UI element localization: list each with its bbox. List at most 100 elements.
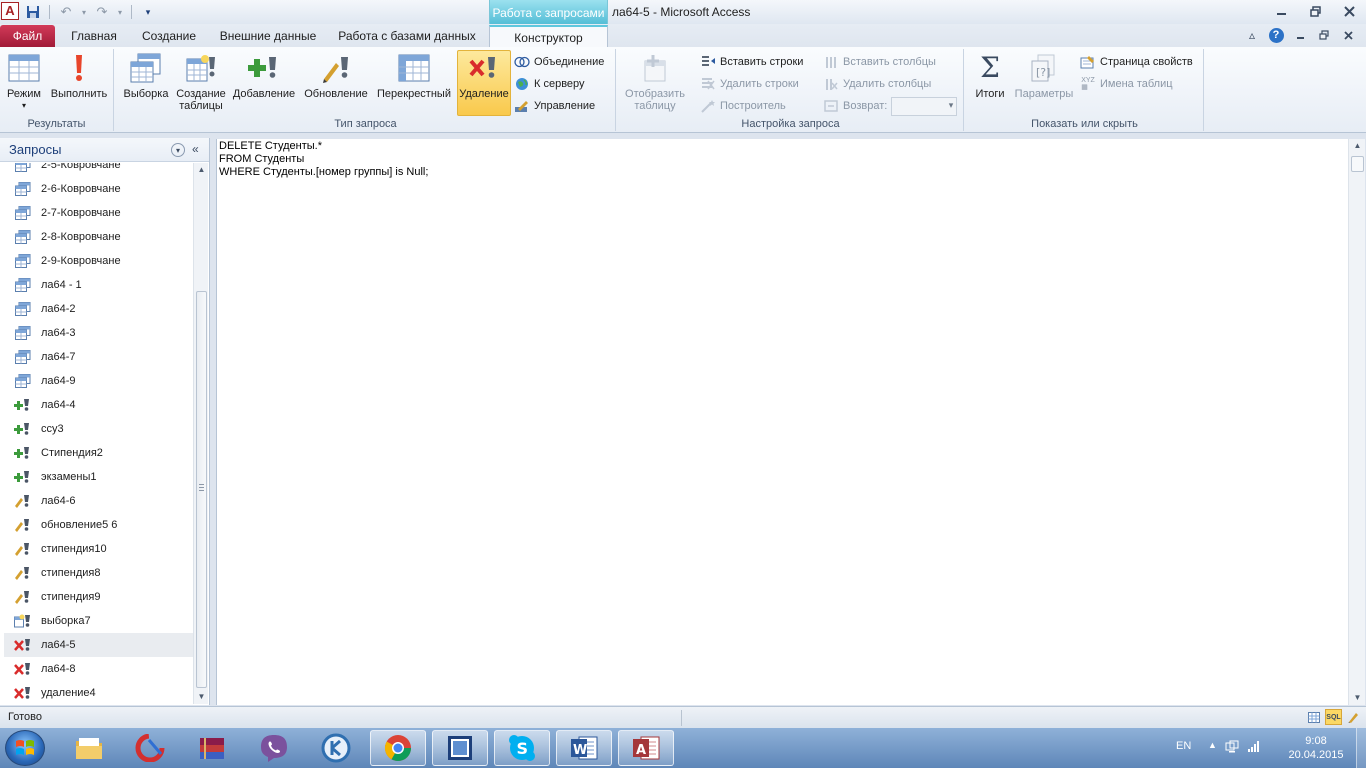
window-taskbar-button[interactable] (432, 730, 488, 766)
tab-external-data[interactable]: Внешние данные (213, 25, 323, 47)
show-hidden-icons-icon[interactable]: ▲ (1208, 740, 1217, 756)
minimize-icon[interactable] (1264, 0, 1298, 22)
word-taskbar-button[interactable]: W (556, 730, 612, 766)
datasheet-view-icon[interactable] (1305, 709, 1322, 725)
doc-minimize-icon[interactable] (1290, 26, 1310, 44)
design-view-icon[interactable] (1345, 709, 1362, 725)
collapse-ribbon-icon[interactable]: ▵ (1242, 26, 1262, 44)
clock[interactable]: 9:08 20.04.2015 (1274, 734, 1358, 762)
sql-editor-scrollbar[interactable]: ▲ ▼ (1348, 139, 1365, 705)
query-list-item[interactable]: ла64-9 (4, 369, 193, 393)
window-app-icon (448, 736, 472, 760)
skype-taskbar-button[interactable]: S (494, 730, 550, 766)
select-query-button[interactable]: Выборка (120, 51, 172, 115)
query-list-item[interactable]: экзамены1 (4, 465, 193, 489)
chrome-taskbar-button[interactable] (370, 730, 426, 766)
builder-button[interactable]: Построитель (700, 96, 786, 116)
scroll-up-icon[interactable]: ▲ (1349, 139, 1366, 153)
signal-icon[interactable] (1247, 740, 1261, 756)
parameters-button[interactable]: [?] Параметры (1012, 51, 1076, 115)
delete-rows-button[interactable]: Удалить строки (700, 74, 799, 94)
query-list-item[interactable]: ла64-4 (4, 393, 193, 417)
query-list-item[interactable]: ла64-7 (4, 345, 193, 369)
undo-dropdown-icon[interactable]: ▾ (80, 3, 88, 21)
table-names-button[interactable]: XYZ ▦ Имена таблиц (1080, 74, 1172, 94)
query-list-item[interactable]: Стипендия2 (4, 441, 193, 465)
query-list-item[interactable]: стипендия10 (4, 537, 193, 561)
close-icon[interactable] (1332, 0, 1366, 22)
query-list-item[interactable]: ла64 - 1 (4, 273, 193, 297)
query-list-item[interactable]: ла64-5 (4, 633, 193, 657)
scroll-down-icon[interactable]: ▼ (194, 690, 209, 704)
sql-text[interactable]: DELETE Студенты.* FROM Студенты WHERE Ст… (217, 139, 1350, 179)
view-button[interactable]: Режим ▾ (3, 51, 45, 115)
nav-pane-scrollbar[interactable]: ▲ ▼ (193, 163, 208, 704)
query-list-item[interactable]: стипендия9 (4, 585, 193, 609)
query-list-item[interactable]: ссу3 (4, 417, 193, 441)
union-button[interactable]: Объединение (514, 52, 604, 72)
append-button[interactable]: Добавление (230, 51, 298, 115)
sql-editor[interactable]: DELETE Студенты.* FROM Студенты WHERE Ст… (216, 139, 1350, 705)
scroll-up-icon[interactable]: ▲ (194, 163, 209, 177)
run-button[interactable]: Выполнить (47, 51, 111, 115)
customize-qat-icon[interactable]: ▾ (139, 3, 157, 21)
redo-dropdown-icon[interactable]: ▾ (116, 3, 124, 21)
nav-pane-dropdown-icon[interactable]: ▾ (171, 143, 185, 157)
access-app-icon[interactable]: A (1, 2, 19, 20)
start-button[interactable] (5, 730, 45, 766)
query-list-item[interactable]: 2-6-Ковровчане (4, 177, 193, 201)
pass-through-button[interactable]: К серверу (514, 74, 585, 94)
insert-columns-button[interactable]: Вставить столбцы (823, 52, 936, 72)
sql-view-icon[interactable]: SQL (1325, 709, 1342, 725)
access-taskbar-button[interactable]: A (618, 730, 674, 766)
update-button[interactable]: Обновление (300, 51, 372, 115)
doc-close-icon[interactable] (1338, 26, 1358, 44)
ccleaner-taskbar-button[interactable] (122, 730, 178, 766)
insert-rows-button[interactable]: Вставить строки (700, 52, 803, 72)
kaspersky-taskbar-button[interactable] (308, 730, 364, 766)
query-list-item[interactable]: 2-7-Ковровчане (4, 201, 193, 225)
tab-create[interactable]: Создание (135, 25, 203, 47)
query-list-item[interactable]: 2-9-Ковровчане (4, 249, 193, 273)
restore-icon[interactable] (1298, 0, 1332, 22)
return-combo[interactable] (891, 96, 958, 116)
query-list-item[interactable]: ла64-3 (4, 321, 193, 345)
winrar-taskbar-button[interactable] (184, 730, 240, 766)
save-icon[interactable] (24, 3, 42, 21)
nav-pane-header[interactable]: Запросы ▾ « (0, 138, 209, 162)
tab-design[interactable]: Конструктор (489, 25, 608, 47)
explorer-taskbar-button[interactable] (61, 730, 117, 766)
scroll-thumb[interactable] (1351, 156, 1364, 172)
delete-columns-button[interactable]: Удалить столбцы (823, 74, 931, 94)
help-icon[interactable]: ? (1266, 26, 1286, 44)
make-table-button[interactable]: Создание таблицы (174, 51, 228, 115)
doc-restore-icon[interactable] (1314, 26, 1334, 44)
query-list-item[interactable]: 2-5-Ковровчане (4, 163, 193, 177)
show-table-button[interactable]: Отобразить таблицу (620, 51, 690, 115)
crosstab-button[interactable]: Перекрестный (374, 51, 454, 115)
query-list-item[interactable]: ла64-8 (4, 657, 193, 681)
query-list-item[interactable]: обновление5 6 (4, 513, 193, 537)
query-list-item[interactable]: выборка7 (4, 609, 193, 633)
query-list-item[interactable]: 2-8-Ковровчане (4, 225, 193, 249)
query-list-item[interactable]: стипендия8 (4, 561, 193, 585)
undo-icon[interactable]: ↶ (57, 3, 75, 21)
scroll-thumb[interactable] (196, 291, 207, 688)
query-list-item[interactable]: ла64-2 (4, 297, 193, 321)
data-definition-button[interactable]: Управление (514, 96, 595, 116)
query-list-item[interactable]: ла64-6 (4, 489, 193, 513)
tab-home[interactable]: Главная (64, 25, 124, 47)
scroll-down-icon[interactable]: ▼ (1349, 691, 1366, 705)
totals-button[interactable]: Σ Итоги (970, 51, 1010, 115)
redo-icon[interactable]: ↷ (93, 3, 111, 21)
property-sheet-button[interactable]: Страница свойств (1080, 52, 1193, 72)
delete-query-button[interactable]: Удаление (457, 50, 511, 116)
language-indicator[interactable]: EN (1176, 740, 1191, 752)
network-icon[interactable] (1225, 740, 1239, 756)
viber-taskbar-button[interactable] (246, 730, 302, 766)
query-list-item[interactable]: удаление4 (4, 681, 193, 705)
nav-pane-collapse-icon[interactable]: « (192, 142, 199, 156)
tab-file[interactable]: Файл (0, 25, 55, 47)
tab-database-tools[interactable]: Работа с базами данных (333, 25, 481, 47)
show-desktop-button[interactable] (1356, 728, 1366, 768)
